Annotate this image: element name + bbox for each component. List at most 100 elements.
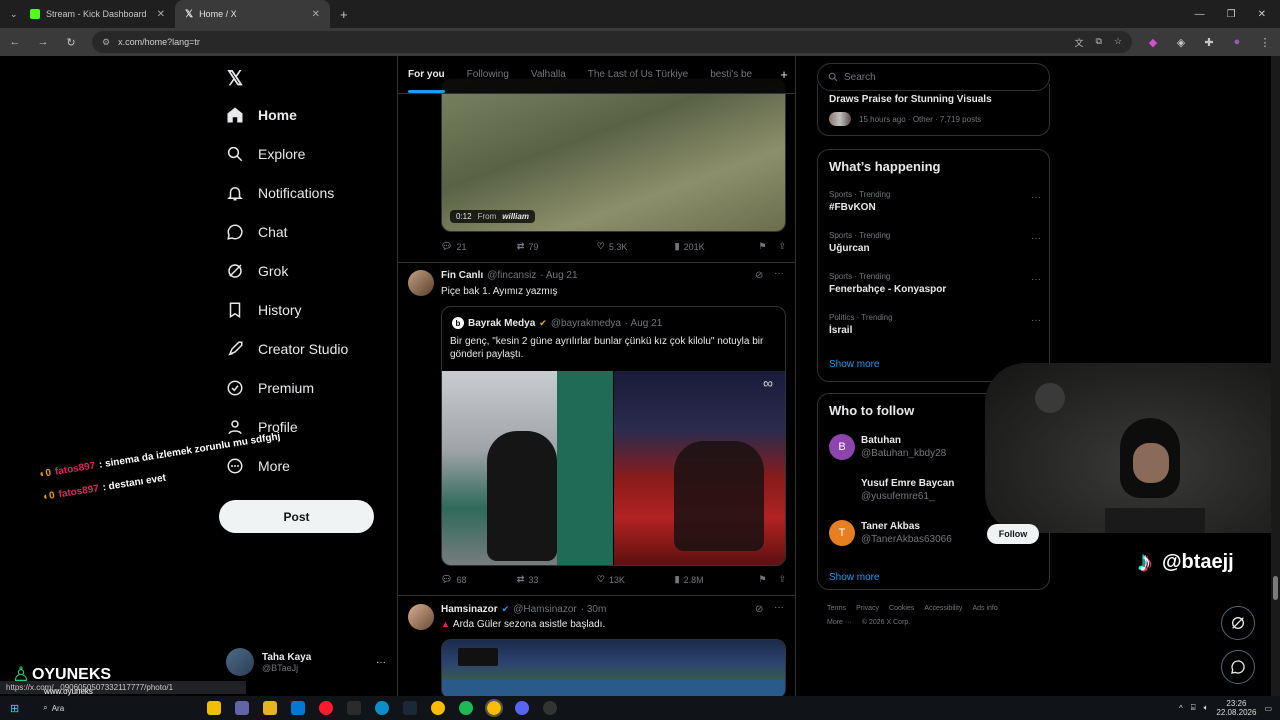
more-icon[interactable]: ··· <box>774 268 784 279</box>
menu-icon[interactable]: ⋮ <box>1258 36 1272 49</box>
follow-button[interactable]: Follow <box>987 524 1039 544</box>
address-bar[interactable]: ⚙ x.com/home?lang=tr 文 ⧉ ☆ <box>92 31 1132 53</box>
minimize-icon[interactable]: — <box>1195 9 1205 20</box>
site-info-icon[interactable]: ⚙ <box>102 37 110 48</box>
repost-button[interactable]: ⇄ 79 <box>517 241 597 252</box>
follow-suggestion[interactable]: Yusuf Emre Baycan @yusufemre61_ <box>829 477 954 503</box>
new-tab-button[interactable]: + <box>330 0 358 28</box>
extension-icon[interactable]: ◆ <box>1146 36 1160 49</box>
tab-for-you[interactable]: For you <box>408 69 445 93</box>
nav-notifications[interactable]: Notifications <box>226 184 334 202</box>
nav-creator-studio[interactable]: Creator Studio <box>226 340 348 358</box>
trend-item[interactable]: Sports · Trending #FBvKON ··· <box>829 190 1051 213</box>
back-icon[interactable]: ← <box>8 36 22 48</box>
like-button[interactable]: ♡ 13K <box>597 574 675 585</box>
nav-premium[interactable]: Premium <box>226 379 314 397</box>
close-icon[interactable]: ✕ <box>157 9 165 20</box>
forward-icon[interactable]: → <box>36 36 50 48</box>
nav-explore[interactable]: Explore <box>226 145 305 163</box>
install-icon[interactable]: ⧉ <box>1095 36 1101 49</box>
scrollbar-thumb[interactable] <box>1273 576 1278 600</box>
show-more-link[interactable]: Show more <box>829 572 880 583</box>
more-icon[interactable]: ··· <box>1031 192 1041 203</box>
star-icon[interactable]: ☆ <box>1114 36 1122 49</box>
repost-button[interactable]: ⇄ 33 <box>517 574 597 585</box>
taskbar-search[interactable]: ⌕ Ara <box>43 703 193 713</box>
trend-item[interactable]: Politics · Trending İsrail ··· <box>829 313 1051 336</box>
steam-icon[interactable] <box>403 701 418 715</box>
tweet-author-name[interactable]: Hamsinazor <box>441 604 498 615</box>
tab-x[interactable]: 𝕏 Home / X ✕ <box>175 0 330 28</box>
footer-link[interactable]: More ··· <box>827 618 852 628</box>
tab-kick[interactable]: Stream - Kick Dashboard ✕ <box>20 0 175 28</box>
share-icon[interactable]: ⇪ <box>778 241 786 252</box>
close-icon[interactable]: ✕ <box>312 9 320 20</box>
edge-icon[interactable] <box>375 701 390 715</box>
share-icon[interactable]: ⇪ <box>778 574 786 585</box>
footer-link[interactable]: Accessibility <box>924 604 962 614</box>
account-switcher[interactable]: Taha Kaya @BTaeJj ··· <box>226 648 386 676</box>
like-button[interactable]: ♡ 5.3K <box>597 241 675 252</box>
translate-icon[interactable]: 文 <box>1074 36 1083 49</box>
video-source[interactable]: william <box>502 212 529 221</box>
grok-icon[interactable]: ⊘ <box>755 604 763 615</box>
tweet-author-handle[interactable]: @fincansiz <box>487 270 536 281</box>
volume-icon[interactable]: 🔈︎ <box>1204 703 1209 713</box>
footer-link[interactable]: Terms <box>827 604 846 614</box>
nav-grok[interactable]: Grok <box>226 262 288 280</box>
more-icon[interactable]: ··· <box>1031 274 1041 285</box>
grok-floating-button[interactable] <box>1221 606 1255 640</box>
tweet-author-name[interactable]: Fin Canlı <box>441 270 483 281</box>
network-icon[interactable]: ⌸ <box>1191 703 1196 713</box>
show-more-link[interactable]: Show more <box>829 359 880 370</box>
more-icon[interactable]: ··· <box>1031 315 1041 326</box>
folder-icon[interactable] <box>263 701 278 715</box>
app-icon[interactable] <box>235 701 250 715</box>
news-card[interactable]: Draws Praise for Stunning Visuals 15 hou… <box>817 84 1050 136</box>
grok-icon[interactable]: ⊘ <box>755 270 763 281</box>
chrome-icon[interactable] <box>485 699 504 717</box>
app-icon[interactable] <box>347 701 362 715</box>
quote-tweet[interactable]: b Bayrak Medya ✔ @bayrakmedya · Aug 21 B… <box>441 306 786 566</box>
notification-icon[interactable]: ▭ <box>1264 704 1280 713</box>
views-button[interactable]: ▮ 201K <box>675 241 759 252</box>
photo[interactable]: ∞ <box>614 371 785 565</box>
x-logo-icon[interactable]: 𝕏 <box>227 66 243 91</box>
tab-valhalla[interactable]: Valhalla <box>531 69 566 80</box>
nav-history[interactable]: History <box>226 301 302 319</box>
more-icon[interactable]: ··· <box>774 602 784 613</box>
footer-link[interactable]: Ads info <box>972 604 997 614</box>
close-window-icon[interactable]: ✕ <box>1258 9 1266 20</box>
reply-button[interactable]: 💬︎ 21 <box>441 241 517 252</box>
add-tab-icon[interactable]: + <box>780 67 788 82</box>
tweet-author-handle[interactable]: @Hamsinazor <box>513 604 577 615</box>
bookmark-icon[interactable]: ⚑ <box>758 574 778 585</box>
messages-floating-button[interactable] <box>1221 650 1255 684</box>
bookmark-icon[interactable]: ⚑ <box>758 241 778 252</box>
tweet-date[interactable]: · 30m <box>581 604 607 615</box>
mail-icon[interactable] <box>291 701 306 715</box>
photo[interactable] <box>442 371 613 565</box>
clock[interactable]: 23:26 22.08.2026 <box>1216 699 1256 717</box>
tweet-date[interactable]: · Aug 21 <box>540 270 577 281</box>
tray-chevron-icon[interactable]: ^ <box>1179 704 1183 713</box>
page-scrollbar[interactable] <box>1271 56 1280 696</box>
spotify-icon[interactable] <box>459 701 474 715</box>
nav-home[interactable]: Home <box>226 106 297 124</box>
trend-item[interactable]: Sports · Trending Fenerbahçe - Konyaspor… <box>829 272 1051 295</box>
puzzle-icon[interactable]: ✚ <box>1202 36 1216 49</box>
profile-icon[interactable]: ● <box>1230 36 1244 48</box>
restore-icon[interactable]: ❐ <box>1227 9 1236 20</box>
tab-bestis[interactable]: besti's be <box>710 69 758 80</box>
trend-item[interactable]: Sports · Trending Uğurcan ··· <box>829 231 1051 254</box>
avatar[interactable] <box>408 604 434 630</box>
footer-link[interactable]: Cookies <box>889 604 914 614</box>
tab-list-button[interactable]: ⌄ <box>0 0 20 28</box>
video-player[interactable] <box>441 639 786 696</box>
discord-icon[interactable] <box>515 701 530 715</box>
post-button[interactable]: Post <box>219 500 374 533</box>
nav-chat[interactable]: Chat <box>226 223 288 241</box>
footer-link[interactable]: Privacy <box>856 604 879 614</box>
reply-button[interactable]: 💬︎ 68 <box>441 574 517 585</box>
avatar[interactable] <box>408 270 434 296</box>
